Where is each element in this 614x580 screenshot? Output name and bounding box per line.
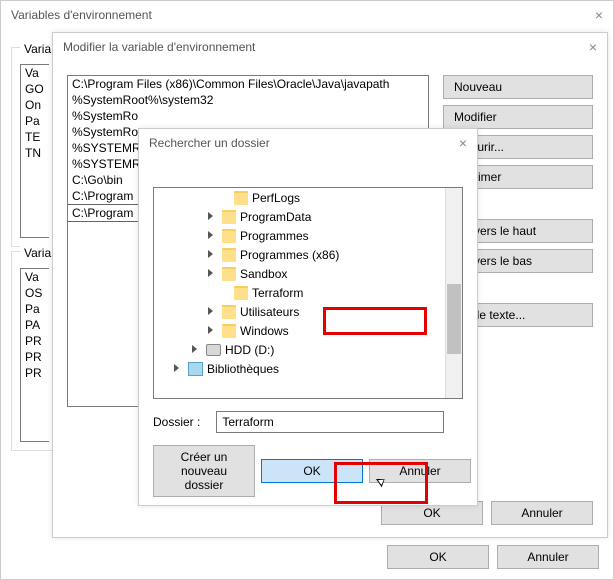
folder-icon <box>222 248 236 262</box>
edit-button[interactable]: Modifier <box>443 105 593 129</box>
scrollbar-thumb[interactable] <box>447 284 461 354</box>
chevron-right-icon[interactable] <box>192 345 202 355</box>
chevron-right-icon[interactable] <box>208 307 218 317</box>
folder-icon <box>222 305 236 319</box>
folder-icon <box>222 229 236 243</box>
path-row[interactable]: %SystemRo <box>68 108 428 124</box>
folder-icon <box>234 286 248 300</box>
envvars-ok-button[interactable]: OK <box>387 545 489 569</box>
tree-label: Programmes <box>240 229 309 243</box>
tree-node[interactable]: Terraform <box>154 283 462 302</box>
folder-icon <box>222 324 236 338</box>
library-icon <box>188 362 203 376</box>
tree-node[interactable]: Sandbox <box>154 264 462 283</box>
chevron-right-icon[interactable] <box>208 326 218 336</box>
tree-node[interactable]: ProgramData <box>154 207 462 226</box>
folder-tree[interactable]: PerfLogs ProgramData Programmes Programmes … <box>153 187 463 399</box>
tree-label: Programmes (x86) <box>240 248 339 262</box>
chevron-right-icon[interactable] <box>208 250 218 260</box>
close-icon[interactable]: × <box>595 7 603 23</box>
path-row[interactable]: %SystemRoot%\system32 <box>68 92 428 108</box>
tree-node[interactable]: Bibliothèques <box>154 359 462 378</box>
folder-icon <box>222 267 236 281</box>
disk-icon <box>206 344 221 356</box>
tree-node[interactable]: Programmes (x86) <box>154 245 462 264</box>
envvars-title: Variables d'environnement <box>11 8 152 22</box>
tree-label: Windows <box>240 324 289 338</box>
tree-label: Bibliothèques <box>207 362 279 376</box>
browse-cancel-button[interactable]: Annuler <box>369 459 471 483</box>
tree-label: Sandbox <box>240 267 287 281</box>
tree-label: Terraform <box>252 286 303 300</box>
tree-node[interactable]: Windows <box>154 321 462 340</box>
close-icon[interactable]: × <box>589 39 597 55</box>
user-vars-list[interactable]: VaGOOnPaTETN <box>20 64 49 238</box>
folder-icon <box>234 191 248 205</box>
edit-title: Modifier la variable d'environnement <box>63 40 255 54</box>
tree-node[interactable]: PerfLogs <box>154 188 462 207</box>
folder-icon <box>222 210 236 224</box>
tree-label: ProgramData <box>240 210 311 224</box>
new-button[interactable]: Nouveau <box>443 75 593 99</box>
chevron-right-icon[interactable] <box>174 364 184 374</box>
tree-node[interactable]: Programmes <box>154 226 462 245</box>
edit-cancel-button[interactable]: Annuler <box>491 501 593 525</box>
tree-label: Utilisateurs <box>240 305 299 319</box>
browse-ok-button[interactable]: OK <box>261 459 363 483</box>
tree-label: HDD (D:) <box>225 343 274 357</box>
tree-node[interactable]: HDD (D:) <box>154 340 462 359</box>
folder-label: Dossier : <box>153 415 213 429</box>
chevron-right-icon[interactable] <box>208 269 218 279</box>
close-icon[interactable]: × <box>459 135 467 151</box>
envvars-cancel-button[interactable]: Annuler <box>497 545 599 569</box>
folder-input[interactable]: Terraform <box>216 411 444 433</box>
chevron-right-icon[interactable] <box>208 231 218 241</box>
tree-node[interactable]: Utilisateurs <box>154 302 462 321</box>
path-row[interactable]: C:\Program Files (x86)\Common Files\Orac… <box>68 76 428 92</box>
browse-title: Rechercher un dossier <box>149 136 270 150</box>
tree-label: PerfLogs <box>252 191 300 205</box>
new-folder-button[interactable]: Créer un nouveau dossier <box>153 445 255 497</box>
chevron-right-icon[interactable] <box>208 212 218 222</box>
tree-scrollbar[interactable] <box>445 188 462 398</box>
sys-vars-list[interactable]: VaOSPaPAPRPRPR <box>20 268 49 442</box>
